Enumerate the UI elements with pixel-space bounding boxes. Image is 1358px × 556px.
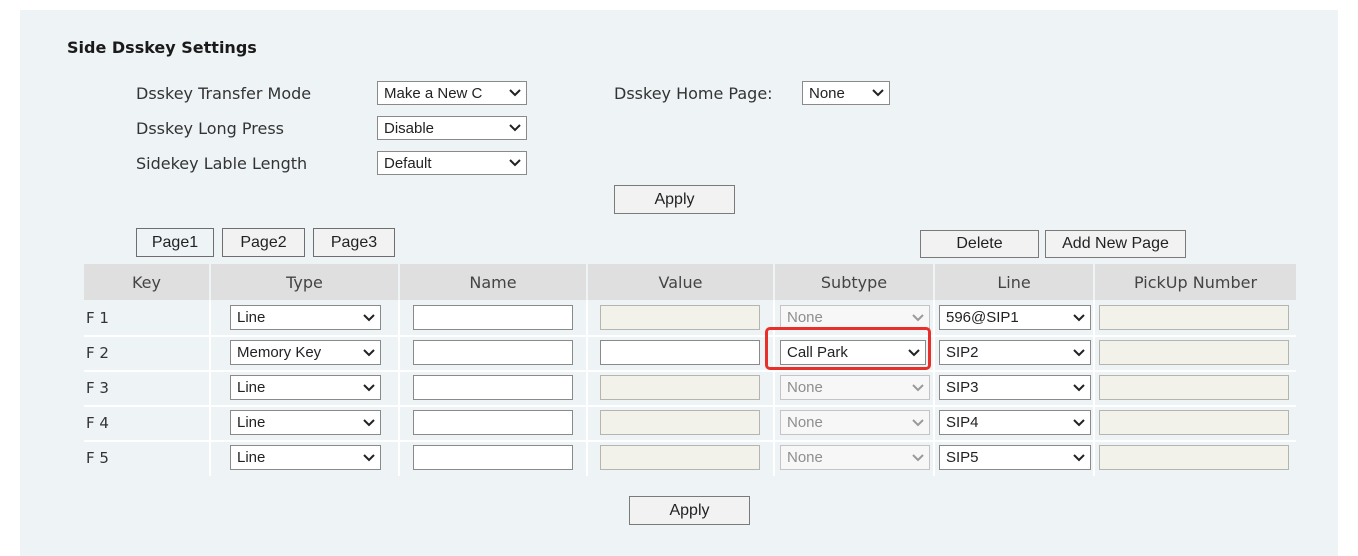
pickup-number-input[interactable] xyxy=(1099,305,1289,330)
chevron-down-icon xyxy=(361,450,377,466)
type-value: Line xyxy=(237,309,266,326)
lable-length-label: Sidekey Lable Length xyxy=(136,154,308,173)
line-value: 596@SIP1 xyxy=(946,309,1019,326)
column-divider xyxy=(209,300,211,476)
header-subtype: Subtype xyxy=(775,264,933,300)
header-key: Key xyxy=(84,264,209,300)
header-line: Line xyxy=(935,264,1093,300)
column-divider xyxy=(586,300,588,476)
key-cell: F 1 xyxy=(86,309,109,327)
name-input[interactable] xyxy=(413,445,573,470)
subtype-select[interactable]: None xyxy=(780,375,930,400)
tab-page2[interactable]: Page2 xyxy=(222,228,305,257)
subtype-value: None xyxy=(787,449,823,466)
home-page-label: Dsskey Home Page: xyxy=(614,84,773,103)
delete-page-button[interactable]: Delete xyxy=(920,230,1039,258)
apply-settings-button[interactable]: Apply xyxy=(614,185,735,214)
chevron-down-icon xyxy=(361,345,377,361)
line-select[interactable]: SIP5 xyxy=(939,445,1091,470)
chevron-down-icon xyxy=(910,380,926,396)
long-press-label: Dsskey Long Press xyxy=(136,119,284,138)
line-value: SIP3 xyxy=(946,379,979,396)
subtype-select[interactable]: None xyxy=(780,410,930,435)
column-divider xyxy=(933,300,935,476)
type-select[interactable]: Memory Key xyxy=(230,340,381,365)
section-title: Side Dsskey Settings xyxy=(67,38,257,57)
chevron-down-icon xyxy=(361,310,377,326)
value-input[interactable] xyxy=(600,410,760,435)
subtype-value: None xyxy=(787,414,823,431)
name-input[interactable] xyxy=(413,375,573,400)
chevron-down-icon xyxy=(361,415,377,431)
pickup-number-input[interactable] xyxy=(1099,410,1289,435)
key-cell: F 2 xyxy=(86,344,109,362)
chevron-down-icon xyxy=(910,310,926,326)
apply-table-button[interactable]: Apply xyxy=(629,496,750,525)
pickup-number-input[interactable] xyxy=(1099,340,1289,365)
column-divider xyxy=(398,300,400,476)
header-pickup-number: PickUp Number xyxy=(1095,264,1296,300)
value-input[interactable] xyxy=(600,375,760,400)
tab-page1[interactable]: Page1 xyxy=(136,228,214,257)
subtype-value: None xyxy=(787,309,823,326)
chevron-down-icon xyxy=(507,155,523,171)
key-cell: F 4 xyxy=(86,414,109,432)
long-press-select[interactable]: Disable xyxy=(377,116,527,140)
line-select[interactable]: SIP4 xyxy=(939,410,1091,435)
key-cell: F 3 xyxy=(86,379,109,397)
subtype-value: None xyxy=(787,379,823,396)
line-select[interactable]: 596@SIP1 xyxy=(939,305,1091,330)
chevron-down-icon xyxy=(1071,450,1087,466)
type-select[interactable]: Line xyxy=(230,445,381,470)
chevron-down-icon xyxy=(870,85,886,101)
type-value: Line xyxy=(237,414,266,431)
chevron-down-icon xyxy=(361,380,377,396)
chevron-down-icon xyxy=(910,450,926,466)
name-input[interactable] xyxy=(413,410,573,435)
chevron-down-icon xyxy=(507,120,523,136)
lable-length-value: Default xyxy=(384,154,432,172)
transfer-mode-label: Dsskey Transfer Mode xyxy=(136,84,312,103)
type-select[interactable]: Line xyxy=(230,375,381,400)
chevron-down-icon xyxy=(910,415,926,431)
line-select[interactable]: SIP3 xyxy=(939,375,1091,400)
lable-length-select[interactable]: Default xyxy=(377,151,527,175)
line-value: SIP4 xyxy=(946,414,979,431)
line-value: SIP5 xyxy=(946,449,979,466)
key-cell: F 5 xyxy=(86,449,109,467)
chevron-down-icon xyxy=(507,85,523,101)
highlight-box xyxy=(765,327,931,370)
tab-page3[interactable]: Page3 xyxy=(313,228,395,257)
header-name: Name xyxy=(400,264,586,300)
home-page-value: None xyxy=(809,84,845,102)
header-value: Value xyxy=(588,264,773,300)
value-input[interactable] xyxy=(600,445,760,470)
type-value: Line xyxy=(237,449,266,466)
name-input[interactable] xyxy=(413,305,573,330)
name-input[interactable] xyxy=(413,340,573,365)
line-select[interactable]: SIP2 xyxy=(939,340,1091,365)
type-select[interactable]: Line xyxy=(230,410,381,435)
type-value: Line xyxy=(237,379,266,396)
value-input[interactable] xyxy=(600,340,760,365)
transfer-mode-value: Make a New C xyxy=(384,84,483,102)
long-press-value: Disable xyxy=(384,119,435,137)
type-value: Memory Key xyxy=(237,344,322,361)
column-divider xyxy=(1093,300,1095,476)
chevron-down-icon xyxy=(1071,380,1087,396)
pickup-number-input[interactable] xyxy=(1099,375,1289,400)
subtype-select[interactable]: None xyxy=(780,445,930,470)
pickup-number-input[interactable] xyxy=(1099,445,1289,470)
value-input[interactable] xyxy=(600,305,760,330)
line-value: SIP2 xyxy=(946,344,979,361)
chevron-down-icon xyxy=(1071,310,1087,326)
chevron-down-icon xyxy=(1071,345,1087,361)
transfer-mode-select[interactable]: Make a New C xyxy=(377,81,527,105)
header-type: Type xyxy=(211,264,398,300)
home-page-select[interactable]: None xyxy=(802,81,890,105)
add-new-page-button[interactable]: Add New Page xyxy=(1045,230,1186,258)
chevron-down-icon xyxy=(1071,415,1087,431)
type-select[interactable]: Line xyxy=(230,305,381,330)
